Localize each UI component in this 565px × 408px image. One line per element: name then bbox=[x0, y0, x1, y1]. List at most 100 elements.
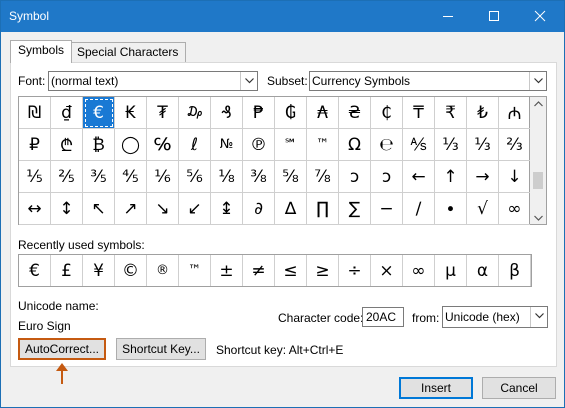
symbol-cell[interactable]: ∆ bbox=[275, 193, 307, 225]
symbol-cell[interactable]: ℠ bbox=[275, 129, 307, 161]
recent-symbol-cell[interactable]: µ bbox=[435, 255, 467, 286]
symbol-cell[interactable]: ™ bbox=[307, 129, 339, 161]
symbol-cell[interactable]: → bbox=[467, 161, 499, 193]
symbol-cell[interactable]: ∕ bbox=[403, 193, 435, 225]
from-dropdown-arrow[interactable] bbox=[530, 307, 547, 327]
symbol-cell[interactable]: ⅕ bbox=[19, 161, 51, 193]
symbol-cell[interactable]: ⅝ bbox=[275, 161, 307, 193]
recent-symbol-cell[interactable]: € bbox=[19, 255, 51, 286]
symbol-cell[interactable]: ↙ bbox=[179, 193, 211, 225]
symbol-cell[interactable]: ₹ bbox=[435, 97, 467, 129]
tab-special-characters[interactable]: Special Characters bbox=[69, 42, 187, 63]
recent-symbol-cell[interactable]: ∞ bbox=[403, 255, 435, 286]
autocorrect-button[interactable]: AutoCorrect... bbox=[18, 338, 106, 360]
close-button[interactable] bbox=[517, 1, 563, 32]
symbol-cell[interactable]: ℅ bbox=[147, 129, 179, 161]
symbol-cell[interactable]: ↑ bbox=[435, 161, 467, 193]
scroll-up-icon[interactable] bbox=[534, 101, 543, 107]
scrollbar-thumb[interactable] bbox=[533, 172, 543, 189]
recent-symbol-cell[interactable]: © bbox=[115, 255, 147, 286]
symbol-cell[interactable]: ₰ bbox=[211, 97, 243, 129]
symbol-cell[interactable]: ₲ bbox=[275, 97, 307, 129]
symbol-cell[interactable]: ₳ bbox=[307, 97, 339, 129]
symbol-cell[interactable]: ↨ bbox=[211, 193, 243, 225]
symbol-cell[interactable]: ∏ bbox=[307, 193, 339, 225]
symbol-cell[interactable]: ∙ bbox=[435, 193, 467, 225]
symbol-cell[interactable]: ℓ bbox=[179, 129, 211, 161]
symbol-cell[interactable]: − bbox=[371, 193, 403, 225]
symbol-cell[interactable]: ⅞ bbox=[307, 161, 339, 193]
symbol-cell[interactable]: ↘ bbox=[147, 193, 179, 225]
symbol-cell[interactable]: ₾ bbox=[51, 129, 83, 161]
subset-dropdown[interactable]: Currency Symbols bbox=[309, 71, 547, 91]
symbol-cell[interactable]: ₮ bbox=[147, 97, 179, 129]
symbol-cell[interactable]: ↄ bbox=[339, 161, 371, 193]
symbol-cell[interactable]: ₺ bbox=[467, 97, 499, 129]
symbol-cell[interactable]: ↖ bbox=[83, 193, 115, 225]
minimize-button[interactable] bbox=[425, 1, 471, 32]
recent-symbol-cell[interactable]: ÷ bbox=[339, 255, 371, 286]
symbol-cell[interactable]: ↔ bbox=[19, 193, 51, 225]
symbol-cell[interactable]: ℗ bbox=[243, 129, 275, 161]
symbol-cell[interactable]: € bbox=[83, 97, 115, 129]
recent-symbol-cell[interactable]: × bbox=[371, 255, 403, 286]
symbol-cell[interactable]: ₱ bbox=[243, 97, 275, 129]
recent-symbol-cell[interactable]: ≤ bbox=[275, 255, 307, 286]
recent-symbol-cell[interactable]: α bbox=[467, 255, 499, 286]
symbol-cell[interactable]: ← bbox=[403, 161, 435, 193]
symbol-cell[interactable]: ⅓ bbox=[467, 129, 499, 161]
symbol-cell[interactable]: ₼ bbox=[499, 97, 531, 129]
symbol-cell[interactable]: ∂ bbox=[243, 193, 275, 225]
symbol-cell[interactable]: ₵ bbox=[371, 97, 403, 129]
symbol-cell[interactable]: Ω bbox=[339, 129, 371, 161]
symbol-cell[interactable]: ₴ bbox=[339, 97, 371, 129]
font-dropdown[interactable]: (normal text) bbox=[48, 71, 258, 91]
symbol-cell[interactable]: ⅖ bbox=[51, 161, 83, 193]
insert-button[interactable]: Insert bbox=[399, 377, 473, 399]
symbol-cell[interactable]: ⅚ bbox=[179, 161, 211, 193]
symbol-cell[interactable]: № bbox=[211, 129, 243, 161]
symbol-cell[interactable]: ⅗ bbox=[83, 161, 115, 193]
recent-symbol-cell[interactable]: ¥ bbox=[83, 255, 115, 286]
symbol-cell[interactable]: ⅛ bbox=[211, 161, 243, 193]
scroll-down-icon[interactable] bbox=[534, 215, 543, 221]
symbol-grid-scrollbar[interactable] bbox=[530, 96, 547, 225]
symbol-cell[interactable]: ↕ bbox=[51, 193, 83, 225]
tab-symbols[interactable]: Symbols bbox=[10, 40, 73, 63]
symbol-cell[interactable]: ↗ bbox=[115, 193, 147, 225]
subset-dropdown-arrow[interactable] bbox=[529, 72, 546, 90]
from-dropdown[interactable]: Unicode (hex) bbox=[442, 306, 548, 328]
font-dropdown-arrow[interactable] bbox=[240, 72, 257, 90]
recent-symbol-cell[interactable]: ≠ bbox=[243, 255, 275, 286]
symbol-cell[interactable]: ₯ bbox=[179, 97, 211, 129]
symbol-cell[interactable]: ⅓ bbox=[435, 129, 467, 161]
symbol-cell[interactable]: ⅙ bbox=[147, 161, 179, 193]
symbol-cell[interactable]: ₪ bbox=[19, 97, 51, 129]
character-code-input[interactable]: 20AC bbox=[362, 307, 404, 327]
recent-symbol-cell[interactable]: £ bbox=[51, 255, 83, 286]
symbol-grid[interactable]: ₪ ₫ € ₭ ₮ ₯ ₰ ₱ ₲ ₳ ₴ ₵ ₸ ₹ ₺ ₼ ₽ ₾ ₿ ◯ ℅ ℓ № ℗ ℠ ™ Ω ℮ ⅍ ⅓ ⅓ ⅔ ⅕ ⅖ ⅗ ⅘ ⅙ ⅚ ⅛ ⅜… bbox=[18, 96, 531, 225]
symbol-cell[interactable]: ₫ bbox=[51, 97, 83, 129]
symbol-cell[interactable]: ↓ bbox=[499, 161, 531, 193]
symbol-cell[interactable]: ⅘ bbox=[115, 161, 147, 193]
symbol-cell[interactable]: ∞ bbox=[499, 193, 531, 225]
symbol-cell[interactable]: ⅔ bbox=[499, 129, 531, 161]
cancel-button[interactable]: Cancel bbox=[482, 377, 556, 399]
symbol-cell[interactable]: ↄ bbox=[371, 161, 403, 193]
symbol-cell[interactable]: ⅜ bbox=[243, 161, 275, 193]
recently-used-symbols[interactable]: € £ ¥ © ® ™ ± ≠ ≤ ≥ ÷ × ∞ µ α β bbox=[18, 254, 532, 287]
recent-symbol-cell[interactable]: ≥ bbox=[307, 255, 339, 286]
recent-symbol-cell[interactable]: β bbox=[499, 255, 531, 286]
symbol-cell[interactable]: ₿ bbox=[83, 129, 115, 161]
symbol-cell[interactable]: ℮ bbox=[371, 129, 403, 161]
symbol-cell[interactable]: ₸ bbox=[403, 97, 435, 129]
symbol-cell[interactable]: ◯ bbox=[115, 129, 147, 161]
symbol-cell[interactable]: ₽ bbox=[19, 129, 51, 161]
recent-symbol-cell[interactable]: ® bbox=[147, 255, 179, 286]
recent-symbol-cell[interactable]: ™ bbox=[179, 255, 211, 286]
symbol-cell[interactable]: ∑ bbox=[339, 193, 371, 225]
symbol-cell[interactable]: ⅍ bbox=[403, 129, 435, 161]
recent-symbol-cell[interactable]: ± bbox=[211, 255, 243, 286]
title-bar[interactable]: Symbol bbox=[1, 1, 564, 32]
symbol-cell[interactable]: ₭ bbox=[115, 97, 147, 129]
